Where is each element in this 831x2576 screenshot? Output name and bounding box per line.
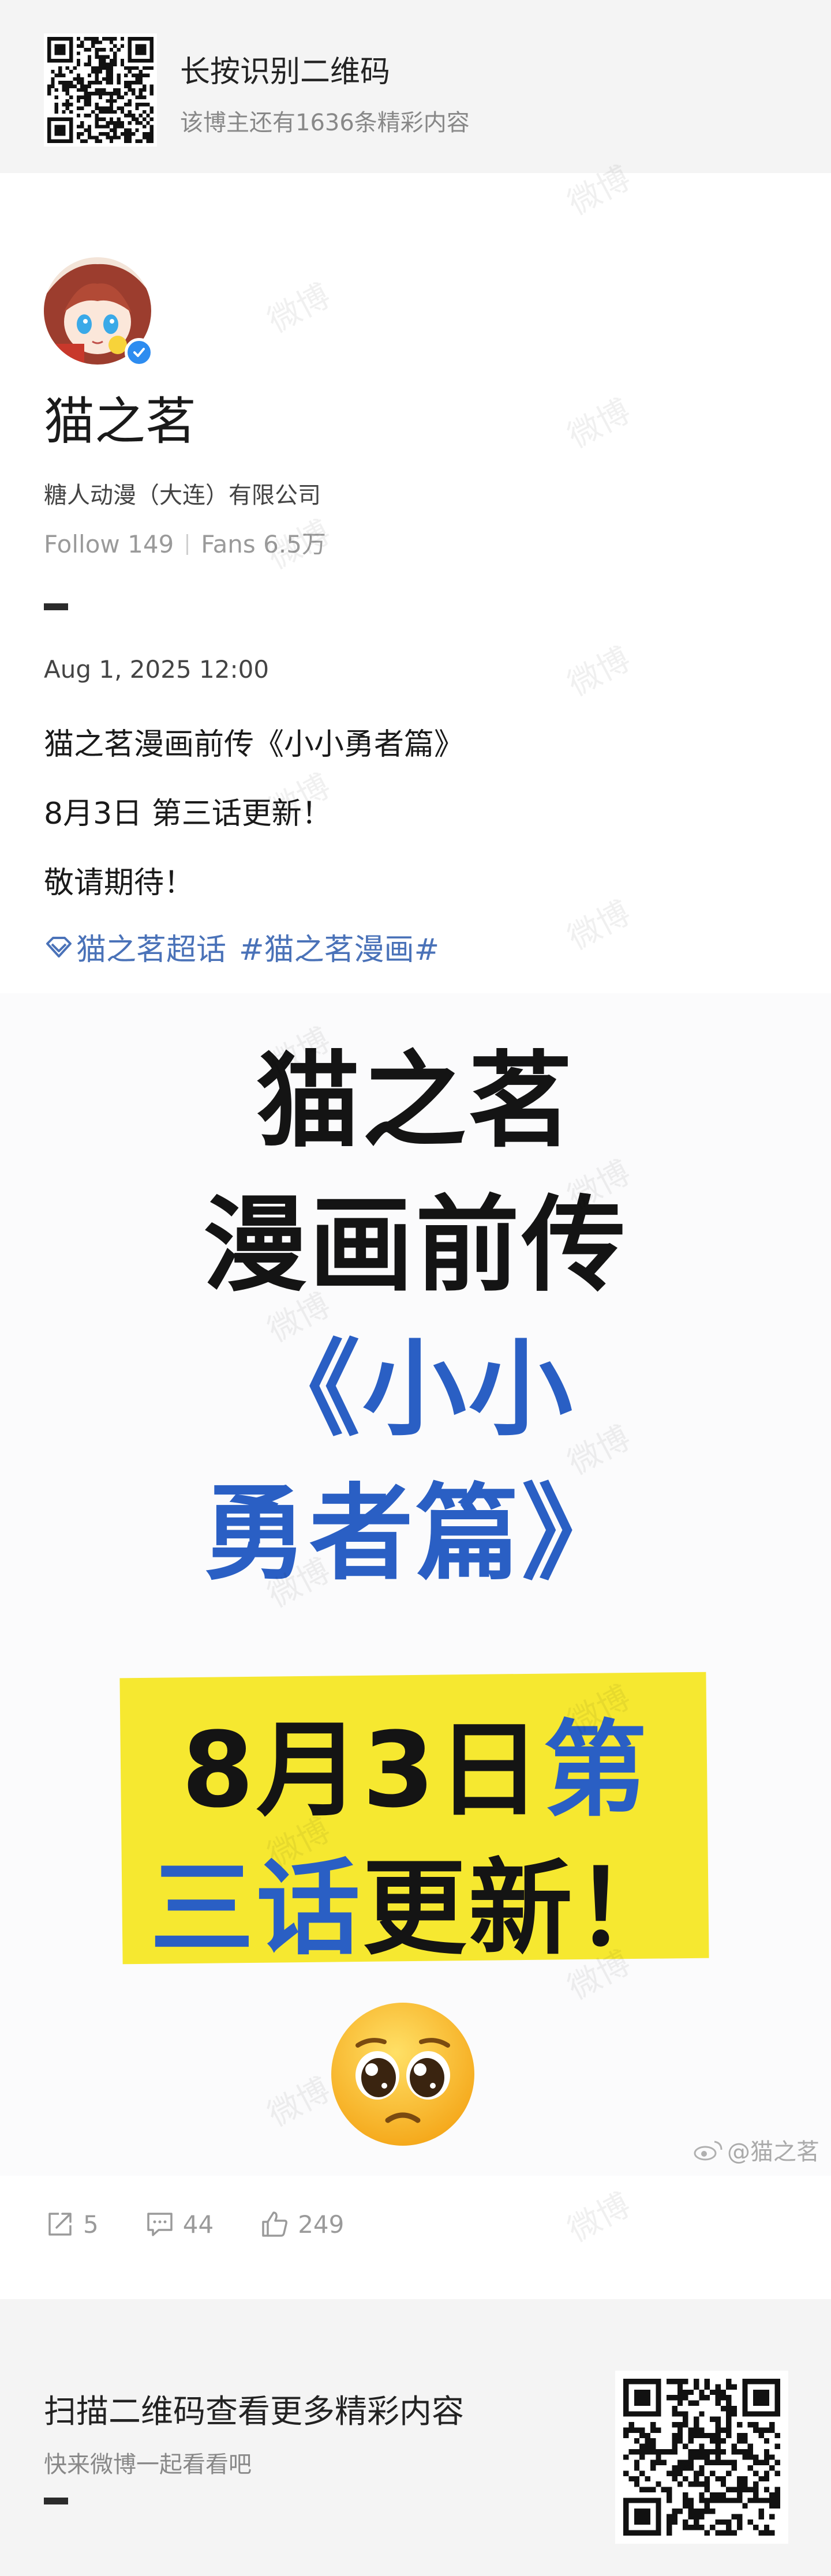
- fans-count[interactable]: Fans 6.5万: [201, 530, 326, 558]
- bottom-qr-banner: 扫描二维码查看更多精彩内容 快来微博一起看看吧: [0, 2299, 831, 2576]
- comment-count: 44: [182, 2210, 214, 2239]
- like-count: 249: [298, 2210, 345, 2239]
- poster-line-3: 《小小: [256, 1330, 575, 1450]
- poster-line-4: 勇者篇》: [203, 1474, 628, 1594]
- image-watermark-text: @猫之茗: [727, 2139, 819, 2165]
- bottom-qr-code-image[interactable]: [615, 2371, 788, 2544]
- verified-badge-icon: [125, 338, 154, 367]
- bottom-banner-subtitle: 快来微博一起看看吧: [44, 2451, 252, 2478]
- pleading-face-emoji-icon: [331, 2003, 474, 2146]
- thumbs-up-icon: [262, 2211, 288, 2237]
- stats-divider: [186, 534, 189, 555]
- author-company: 糖人动漫（大连）有限公司: [44, 482, 321, 509]
- background-watermark: 微博: [261, 276, 337, 340]
- super-topic-diamond-icon: [46, 936, 72, 957]
- qr-code-icon: [47, 37, 154, 143]
- background-watermark: 微博: [562, 893, 637, 957]
- background-watermark: 微博: [562, 640, 637, 704]
- post-action-bar: 5 44 249: [44, 2208, 389, 2240]
- poster-line-1: 猫之茗: [256, 1041, 575, 1162]
- poster-line-5: 8月3日第: [0, 1685, 831, 1836]
- poster-line-2: 漫画前传: [203, 1185, 628, 1306]
- poster-update-text: 更新！: [362, 1849, 682, 1969]
- background-watermark: 微博: [562, 392, 637, 456]
- poster-line-6: 三话更新！: [0, 1824, 831, 1974]
- like-button[interactable]: 249: [259, 2208, 344, 2240]
- tag-super-topic[interactable]: 猫之茗超话: [76, 925, 226, 968]
- qr-code-image[interactable]: [44, 33, 157, 147]
- image-watermark: @猫之茗: [692, 2133, 819, 2166]
- poster-date-text: 8月3日: [181, 1710, 544, 1831]
- post-text-line: 敬请期待！: [44, 866, 194, 900]
- poster-episode-prefix: 第: [543, 1710, 650, 1831]
- qr-banner-title: 长按识别二维码: [180, 55, 391, 89]
- follow-count[interactable]: Follow 149: [44, 530, 174, 558]
- post-tags: 猫之茗超话 #猫之茗漫画#: [44, 925, 452, 968]
- author-avatar[interactable]: [44, 257, 154, 367]
- poster-episode-text: 三话: [149, 1849, 362, 1969]
- post-text-line: 8月3日 第三话更新！: [44, 797, 332, 831]
- comment-icon: [147, 2213, 173, 2236]
- top-qr-banner: 长按识别二维码 该博主还有1636条精彩内容: [0, 0, 831, 173]
- author-stats: Follow 149 Fans 6.5万: [44, 525, 326, 560]
- repost-button[interactable]: 5: [44, 2208, 99, 2240]
- background-watermark: 微博: [562, 2186, 637, 2250]
- bottom-banner-title: 扫描二维码查看更多精彩内容: [44, 2393, 464, 2431]
- post-text-line: 猫之茗漫画前传《小小勇者篇》: [44, 727, 465, 762]
- post-image[interactable]: 猫之茗 漫画前传 《小小 勇者篇》 8月3日第 三话更新！ @猫之茗: [0, 993, 831, 2176]
- comment-button[interactable]: 44: [144, 2208, 214, 2240]
- bottom-divider: [44, 2498, 68, 2504]
- qr-banner-subtitle: 该博主还有1636条精彩内容: [180, 110, 470, 136]
- tag-hashtag[interactable]: #猫之茗漫画#: [239, 925, 439, 968]
- author-name[interactable]: 猫之茗: [44, 381, 196, 454]
- post-date: Aug 1, 2025 12:00: [44, 655, 269, 684]
- section-divider: [44, 603, 68, 610]
- weibo-logo-icon: [694, 2141, 723, 2161]
- repost-count: 5: [83, 2210, 99, 2239]
- share-icon: [48, 2213, 72, 2236]
- qr-code-icon: [623, 2379, 780, 2536]
